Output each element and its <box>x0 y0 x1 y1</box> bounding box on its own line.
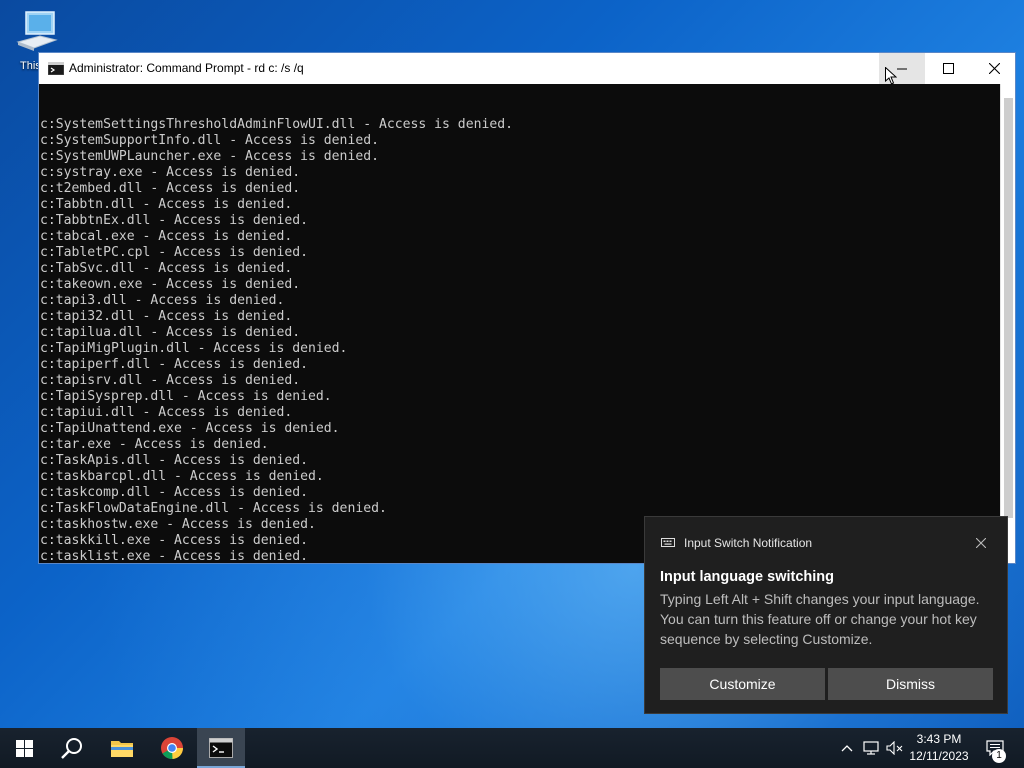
console-line: c:tapiperf.dll - Access is denied. <box>40 357 309 372</box>
console-line: c:SystemSupportInfo.dll - Access is deni… <box>40 133 379 148</box>
console-line: c:SystemUWPLauncher.exe - Access is deni… <box>40 149 379 164</box>
cmd-icon <box>209 738 233 758</box>
taskbar-file-explorer[interactable] <box>98 728 146 768</box>
show-hidden-icons-button[interactable] <box>838 728 856 768</box>
close-icon <box>988 63 1000 74</box>
console-line: c:taskcomp.dll - Access is denied. <box>40 485 309 500</box>
console-line: c:tapiui.dll - Access is denied. <box>40 405 293 420</box>
console-line: c:tabcal.exe - Access is denied. <box>40 229 293 244</box>
console-line: c:TapiSysprep.dll - Access is denied. <box>40 389 332 404</box>
taskbar: 3:43 PM 12/11/2023 <box>0 728 1024 768</box>
command-prompt-window[interactable]: Administrator: Command Prompt - rd c: /s… <box>38 52 1016 564</box>
maximize-icon <box>942 63 954 74</box>
scrollbar-thumb[interactable] <box>1004 98 1013 518</box>
minimize-icon <box>897 68 907 69</box>
console-line: c:TapiMigPlugin.dll - Access is denied. <box>40 341 348 356</box>
start-button[interactable] <box>0 728 48 768</box>
console-line: c:systray.exe - Access is denied. <box>40 165 301 180</box>
volume-muted-icon <box>886 741 903 755</box>
console-line: c:TabbtnEx.dll - Access is denied. <box>40 213 309 228</box>
notification-title: Input language switching <box>660 569 834 585</box>
customize-button[interactable]: Customize <box>660 668 825 700</box>
console-line: c:Tabbtn.dll - Access is denied. <box>40 197 293 212</box>
console-scrollbar[interactable] <box>1000 84 1015 563</box>
notification-close-button[interactable] <box>971 533 991 553</box>
input-switch-notification[interactable]: Input Switch Notification Input language… <box>644 516 1008 714</box>
network-button[interactable] <box>860 728 882 768</box>
console-line: c:tapi3.dll - Access is denied. <box>40 293 285 308</box>
console-line: c:t2embed.dll - Access is denied. <box>40 181 301 196</box>
console-line: c:TabSvc.dll - Access is denied. <box>40 261 293 276</box>
chevron-up-icon <box>841 745 853 752</box>
mouse-pointer-icon <box>885 67 897 85</box>
clock-time: 3:43 PM <box>916 732 962 746</box>
console-line: c:takeown.exe - Access is denied. <box>40 277 301 292</box>
console-line: c:tapilua.dll - Access is denied. <box>40 325 301 340</box>
console-line: c:SystemSettingsThresholdAdminFlowUI.dll… <box>40 117 513 132</box>
close-icon <box>976 538 986 548</box>
search-icon <box>61 738 82 759</box>
console-line: c:tapisrv.dll - Access is denied. <box>40 373 301 388</box>
console-lines: c:SystemSettingsThresholdAdminFlowUI.dll… <box>40 117 1000 563</box>
notification-count-badge: 1 <box>992 749 1006 763</box>
cmd-app-icon <box>48 62 64 75</box>
console-line: c:TabletPC.cpl - Access is denied. <box>40 245 309 260</box>
dismiss-button[interactable]: Dismiss <box>828 668 993 700</box>
console-output[interactable]: c:SystemSettingsThresholdAdminFlowUI.dll… <box>39 84 1000 563</box>
console-line: c:TaskFlowDataEngine.dll - Access is den… <box>40 501 387 516</box>
taskbar-clock[interactable]: 3:43 PM 12/11/2023 <box>906 731 972 765</box>
search-button[interactable] <box>48 728 96 768</box>
console-line: c:tapi32.dll - Access is denied. <box>40 309 293 324</box>
computer-icon <box>16 11 58 51</box>
folder-icon <box>111 741 133 757</box>
notification-app-name: Input Switch Notification <box>684 536 813 550</box>
console-line: c:TaskApis.dll - Access is denied. <box>40 453 309 468</box>
console-line: c:tar.exe - Access is denied. <box>40 437 269 452</box>
maximize-button[interactable] <box>925 53 971 84</box>
taskbar-chrome[interactable] <box>148 728 196 768</box>
taskbar-command-prompt[interactable] <box>197 728 245 768</box>
notification-body: Typing Left Alt + Shift changes your inp… <box>660 591 980 647</box>
chrome-icon <box>161 737 183 759</box>
clock-date: 12/11/2023 <box>909 749 969 763</box>
console-line: c:TapiUnattend.exe - Access is denied. <box>40 421 340 436</box>
close-button[interactable] <box>971 53 1017 84</box>
volume-button[interactable] <box>884 728 906 768</box>
console-line: c:taskbarcpl.dll - Access is denied. <box>40 469 324 484</box>
window-titlebar[interactable]: Administrator: Command Prompt - rd c: /s… <box>39 53 1017 85</box>
keyboard-icon <box>661 538 675 547</box>
network-icon <box>863 741 879 755</box>
window-title: Administrator: Command Prompt - rd c: /s… <box>69 61 304 75</box>
windows-logo-icon <box>15 739 33 757</box>
